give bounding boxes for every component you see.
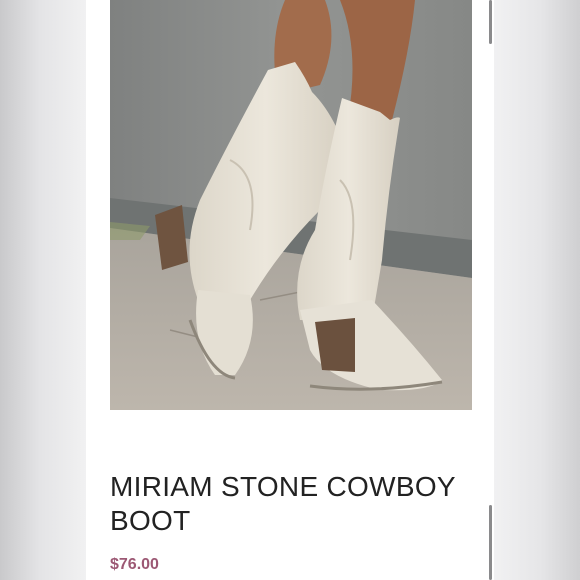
product-price: $76.00 bbox=[110, 556, 159, 573]
product-image[interactable] bbox=[110, 0, 472, 410]
product-title[interactable]: MIRIAM STONE COWBOY BOOT bbox=[110, 470, 470, 538]
scrollbar-thumb-top[interactable] bbox=[489, 0, 492, 44]
scrollbar-thumb-bottom[interactable] bbox=[489, 505, 492, 580]
product-card: MIRIAM STONE COWBOY BOOT $76.00 bbox=[86, 0, 494, 580]
